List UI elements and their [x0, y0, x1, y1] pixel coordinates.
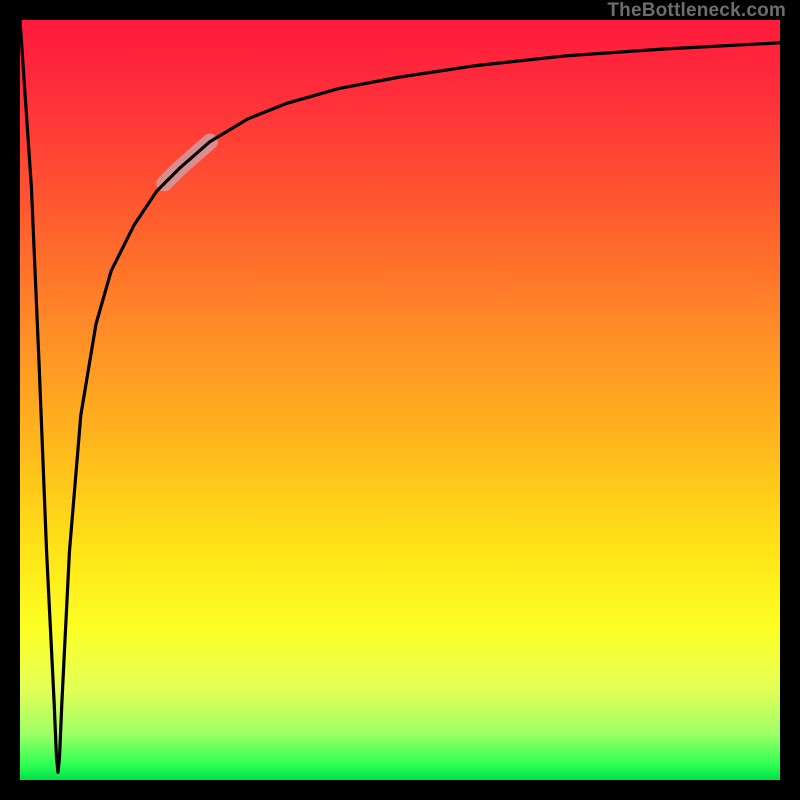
watermark-label: TheBottleneck.com	[607, 0, 786, 22]
bottleneck-curve	[20, 20, 780, 772]
chart-frame: TheBottleneck.com	[0, 0, 800, 800]
curve-layer	[20, 20, 780, 780]
